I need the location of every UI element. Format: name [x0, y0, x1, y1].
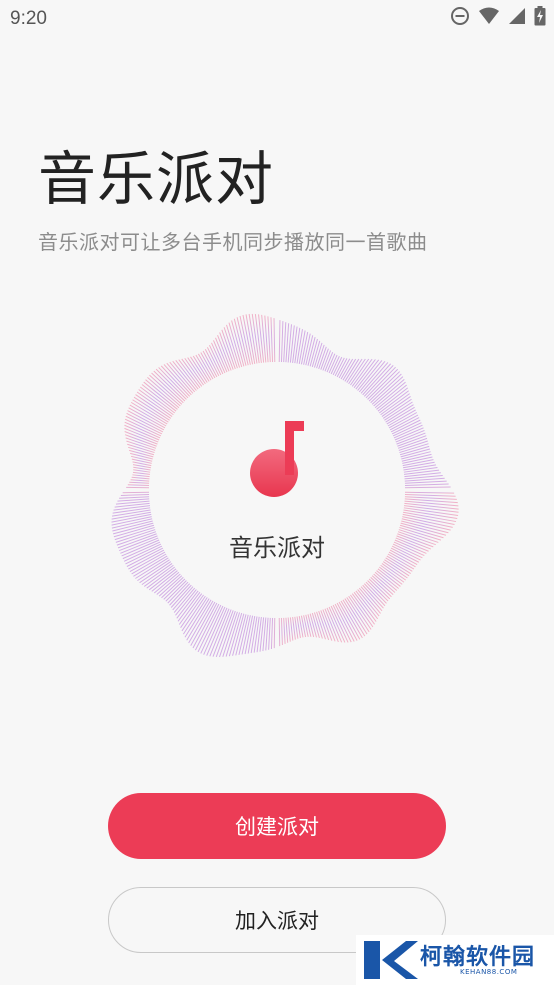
- signal-icon: [508, 7, 526, 25]
- wave-line: [357, 589, 380, 617]
- wave-line: [253, 616, 260, 653]
- wave-line: [404, 483, 449, 487]
- wave-line: [132, 471, 151, 475]
- wave-line: [258, 314, 265, 363]
- wave-line: [294, 327, 301, 364]
- wave-line: [131, 476, 150, 480]
- wave-line: [289, 617, 294, 641]
- wave-line: [404, 493, 456, 497]
- watermark: 柯翰软件园 KEHAN88.COM: [356, 935, 554, 985]
- wave-line: [117, 498, 150, 502]
- wave-line: [206, 607, 228, 656]
- page-title: 音乐派对: [38, 145, 275, 213]
- wave-line: [340, 600, 363, 639]
- status-bar: 9:20: [0, 0, 554, 40]
- battery-charging-icon: [534, 6, 546, 26]
- wave-line: [132, 474, 150, 478]
- wave-line: [404, 480, 447, 484]
- wave-line: [268, 617, 271, 650]
- wave-line: [338, 358, 351, 379]
- wave-line: [403, 464, 437, 471]
- wave-line: [305, 614, 312, 637]
- music-party-visual: 音乐派对: [77, 290, 477, 690]
- wave-line: [265, 617, 269, 651]
- wave-line: [273, 617, 276, 649]
- wave-line: [176, 590, 199, 619]
- watermark-sub: KEHAN88.COM: [460, 968, 518, 976]
- wave-line: [283, 617, 286, 644]
- wave-line: [133, 469, 151, 473]
- watermark-logo-icon: [364, 941, 418, 979]
- create-party-button[interactable]: 创建派对: [108, 793, 446, 859]
- wave-line: [270, 317, 274, 363]
- wave-line: [278, 320, 281, 363]
- wave-line: [403, 466, 438, 473]
- wave-line: [285, 617, 289, 643]
- status-icons: [450, 6, 546, 26]
- wave-line: [270, 617, 274, 649]
- wave-line: [280, 321, 284, 363]
- wave-line: [287, 617, 291, 642]
- wave-line: [130, 479, 150, 482]
- wave-line: [112, 507, 151, 514]
- wave-line: [120, 493, 150, 496]
- do-not-disturb-icon: [450, 6, 470, 26]
- wave-line: [353, 359, 376, 389]
- wave-line: [283, 322, 287, 363]
- wave-line: [404, 486, 451, 489]
- page-subtitle: 音乐派对可让多台手机同步播放同一首歌曲: [38, 230, 428, 254]
- status-time: 9:20: [10, 8, 47, 29]
- watermark-text: 柯翰软件园: [420, 945, 536, 970]
- wave-line: [130, 401, 168, 425]
- wave-line: [342, 599, 366, 637]
- wave-line: [273, 318, 276, 363]
- wave-line: [233, 318, 247, 366]
- wave-line: [267, 316, 271, 363]
- wave-line: [280, 617, 283, 646]
- wave-line: [119, 496, 150, 499]
- wave-line: [404, 491, 455, 494]
- wave-line: [146, 566, 176, 589]
- wave-line: [178, 359, 201, 389]
- wave-line: [129, 481, 150, 484]
- wifi-icon: [478, 7, 500, 25]
- wave-line: [303, 615, 309, 637]
- wave-line: [344, 358, 360, 382]
- wave-line: [130, 455, 153, 462]
- sound-wave-ring: [111, 313, 459, 658]
- center-label: 音乐派对: [229, 534, 325, 562]
- wave-line: [336, 358, 348, 378]
- wave-line: [127, 484, 150, 487]
